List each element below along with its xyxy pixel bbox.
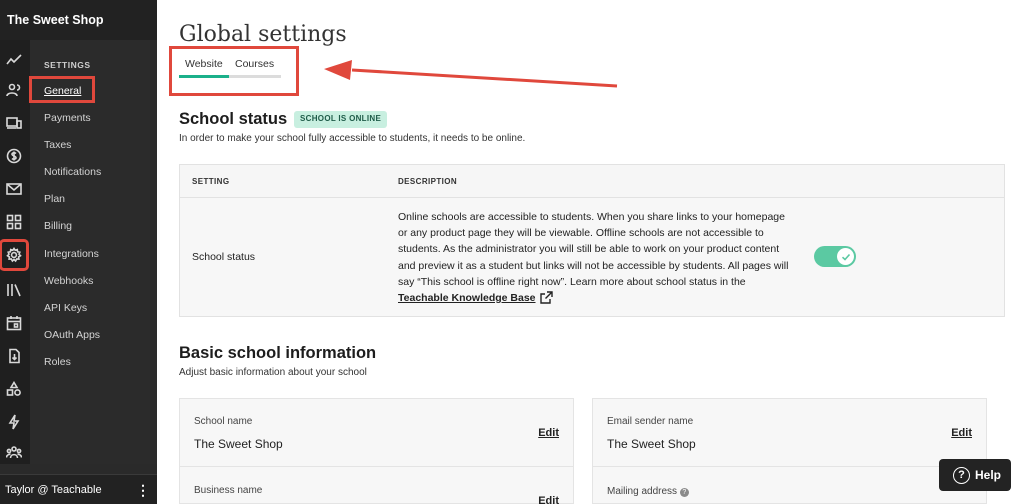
- user-bar: Taylor @ Teachable ⋮: [0, 474, 157, 504]
- basic-info-card-right: Email sender name The Sweet Shop Edit Ma…: [592, 398, 987, 504]
- knowledge-base-link[interactable]: Teachable Knowledge Base: [398, 292, 536, 304]
- settings-submenu: SETTINGS General Payments Taxes Notifica…: [30, 40, 157, 464]
- mailing-address-field: Mailing address ?: [593, 467, 986, 504]
- sidebar-item-notifications[interactable]: Notifications: [44, 166, 101, 178]
- check-icon: [841, 253, 850, 261]
- tab-courses[interactable]: Courses: [235, 58, 274, 70]
- school-online-badge: SCHOOL IS ONLINE: [294, 111, 388, 128]
- field-label: Business name: [194, 485, 263, 496]
- edit-email-sender-button[interactable]: Edit: [951, 427, 972, 439]
- column-header-setting: SETTING: [192, 177, 230, 186]
- main-content: Global settings Website Courses School s…: [157, 0, 1024, 504]
- basic-info-subtitle: Adjust basic information about your scho…: [179, 367, 367, 378]
- email-sender-name-field: Email sender name The Sweet Shop Edit: [593, 399, 986, 467]
- shapes-icon[interactable]: [4, 379, 24, 399]
- school-status-heading: School status: [179, 110, 288, 128]
- field-label: Mailing address ?: [607, 486, 689, 497]
- user-name[interactable]: Taylor @ Teachable: [5, 484, 102, 496]
- dollar-icon[interactable]: [4, 146, 24, 166]
- table-header: SETTING DESCRIPTION: [180, 165, 1004, 198]
- sidebar-item-plan[interactable]: Plan: [44, 193, 65, 205]
- grid-icon[interactable]: [4, 212, 24, 232]
- tab-underline: [179, 75, 281, 78]
- general-highlight-box: [29, 76, 95, 103]
- sidebar-item-integrations[interactable]: Integrations: [44, 248, 99, 260]
- setting-description: Online schools are accessible to student…: [398, 209, 790, 309]
- edit-school-name-button[interactable]: Edit: [538, 427, 559, 439]
- mail-icon[interactable]: [4, 179, 24, 199]
- description-text: Online schools are accessible to student…: [398, 211, 789, 288]
- field-value: The Sweet Shop: [194, 437, 283, 451]
- basic-info-heading: Basic school information: [179, 344, 377, 362]
- info-icon[interactable]: ?: [679, 488, 689, 497]
- field-label: Email sender name: [607, 416, 694, 427]
- school-status-table: SETTING DESCRIPTION School status Online…: [179, 164, 1005, 317]
- annotation-arrow: [324, 60, 618, 88]
- business-name-field: Business name Edit: [180, 467, 573, 504]
- column-header-description: DESCRIPTION: [398, 177, 458, 186]
- icon-rail: [0, 40, 30, 464]
- gear-icon[interactable]: [0, 239, 29, 271]
- edit-business-name-button[interactable]: Edit: [538, 495, 559, 504]
- page-title: Global settings: [179, 22, 347, 47]
- sidebar: The Sweet Shop SETTINGS General Payments…: [0, 0, 157, 504]
- help-label: Help: [975, 468, 1002, 482]
- tabs-highlight-box: [169, 46, 299, 96]
- sidebar-item-payments[interactable]: Payments: [44, 112, 91, 124]
- sidebar-item-api-keys[interactable]: API Keys: [44, 302, 87, 314]
- settings-section-title: SETTINGS: [44, 60, 91, 70]
- external-link-icon[interactable]: [539, 291, 553, 309]
- table-row: School status Online schools are accessi…: [180, 198, 1004, 316]
- bolt-icon[interactable]: [4, 412, 24, 432]
- trend-icon[interactable]: [4, 50, 24, 70]
- school-name-field: School name The Sweet Shop Edit: [180, 399, 573, 467]
- library-icon[interactable]: [4, 280, 24, 300]
- toggle-knob: [837, 248, 854, 265]
- help-button[interactable]: ? Help: [939, 459, 1011, 491]
- field-value: The Sweet Shop: [607, 437, 696, 451]
- users-icon[interactable]: [4, 80, 24, 100]
- help-icon: ?: [953, 467, 970, 484]
- sidebar-item-webhooks[interactable]: Webhooks: [44, 275, 93, 287]
- setting-name: School status: [192, 251, 256, 263]
- sidebar-item-roles[interactable]: Roles: [44, 356, 71, 368]
- sidebar-item-taxes[interactable]: Taxes: [44, 139, 71, 151]
- community-icon[interactable]: [4, 442, 24, 462]
- calendar-icon[interactable]: [4, 313, 24, 333]
- school-brand[interactable]: The Sweet Shop: [0, 0, 157, 40]
- more-options-icon[interactable]: ⋮: [136, 482, 150, 498]
- school-status-toggle[interactable]: [814, 246, 856, 267]
- sidebar-item-oauth-apps[interactable]: OAuth Apps: [44, 329, 100, 341]
- school-status-subtitle: In order to make your school fully acces…: [179, 133, 526, 144]
- download-icon[interactable]: [4, 346, 24, 366]
- field-label: School name: [194, 416, 253, 427]
- tab-website[interactable]: Website: [185, 58, 223, 70]
- sidebar-item-billing[interactable]: Billing: [44, 220, 72, 232]
- devices-icon[interactable]: [4, 113, 24, 133]
- basic-info-card-left: School name The Sweet Shop Edit Business…: [179, 398, 574, 504]
